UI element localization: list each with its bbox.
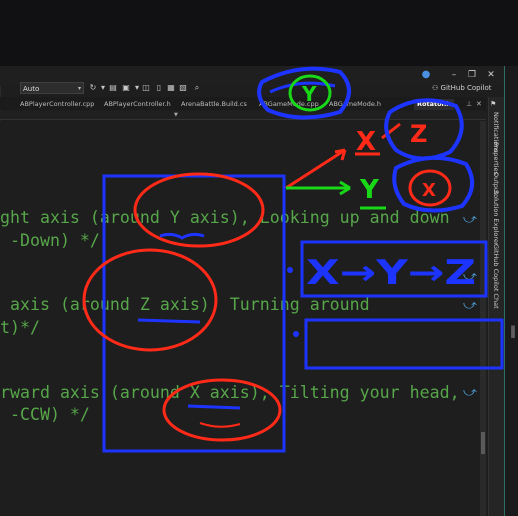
blue-box bbox=[102, 174, 286, 453]
blue-empty-box bbox=[304, 318, 504, 370]
blue-underline-y bbox=[159, 232, 205, 240]
annotation-sequence: X→Y→Z bbox=[306, 253, 476, 293]
red-squiggle bbox=[199, 422, 241, 428]
red-circle-x-axis bbox=[162, 378, 282, 442]
red-arrow-line bbox=[285, 148, 346, 190]
blue-underline-x bbox=[187, 404, 241, 410]
annotation-red-x-small: X bbox=[422, 180, 436, 201]
annotation-red-z: Z bbox=[410, 120, 427, 148]
handwritten-annotations: Y X Z Y X X→Y→Z bbox=[82, 66, 504, 453]
annotation-green-y: Y bbox=[359, 175, 380, 205]
annotation-top-letter: Y bbox=[301, 82, 317, 106]
blue-underline-z bbox=[137, 318, 201, 324]
